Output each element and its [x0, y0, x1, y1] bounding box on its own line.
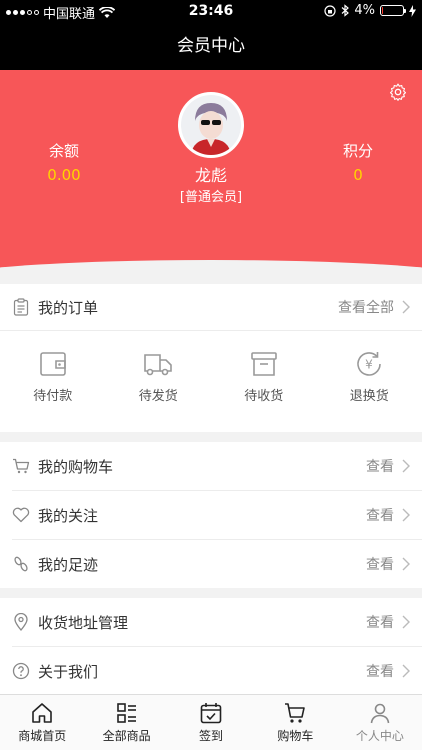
heart-icon [12, 506, 30, 524]
battery-icon [380, 5, 406, 16]
tab-label: 签到 [199, 729, 224, 743]
orders-title: 我的订单 [38, 298, 99, 317]
tab-label: 购物车 [277, 729, 314, 743]
avatar[interactable] [178, 92, 244, 158]
page-title: 会员中心 [177, 36, 245, 56]
box-icon [250, 352, 277, 376]
list-item-action: 查看 [366, 459, 394, 475]
cart-icon [285, 703, 306, 723]
list-item-action: 查看 [366, 557, 394, 573]
chevron-right-icon [402, 300, 410, 314]
order-label: 待发货 [138, 389, 178, 404]
location-icon [12, 613, 30, 631]
list-item-label: 我的足迹 [38, 555, 99, 574]
list-item-action: 查看 [366, 664, 394, 680]
tab-checkin[interactable]: 签到 [169, 695, 253, 750]
tab-cart[interactable]: 购物车 [253, 695, 337, 750]
list-item-action: 查看 [366, 615, 394, 631]
list-item-label: 我的购物车 [38, 457, 114, 476]
header-curve [0, 260, 422, 275]
list-item-footprint[interactable]: 我的足迹 查看 [0, 540, 422, 588]
home-icon [32, 703, 53, 723]
member-level: [普通会员] [179, 190, 243, 205]
tab-label: 个人中心 [355, 729, 404, 743]
points-value: 0 [353, 166, 363, 184]
rotation-lock-icon [324, 4, 336, 17]
member-header: 余额 0.00 龙彪 [普通会员] 积分 0 [0, 70, 422, 275]
clipboard-icon [12, 298, 30, 316]
tab-all-products[interactable]: 全部商品 [84, 695, 168, 750]
chevron-right-icon [402, 664, 410, 678]
charging-icon [409, 4, 416, 17]
battery-percent: 4% [354, 3, 375, 18]
list-item-label: 关于我们 [38, 662, 99, 681]
tab-label: 全部商品 [102, 729, 151, 743]
list-item-action: 查看 [366, 508, 394, 524]
order-pending-shipment[interactable]: 待发货 [106, 341, 212, 404]
status-bar: 中国联通 23:46 4% [0, 0, 422, 22]
settings-icon[interactable] [388, 82, 408, 102]
tab-home[interactable]: 商城首页 [0, 695, 84, 750]
chevron-right-icon [402, 459, 410, 473]
info-list-section: 收货地址管理 查看 关于我们 查看 [0, 598, 422, 694]
tab-label: 商城首页 [18, 729, 67, 743]
svg-text:¥: ¥ [365, 358, 373, 372]
orders-section: 我的订单 查看全部 待付款 待发货 待收货 ¥ 退换货 [0, 284, 422, 432]
order-label: 待收货 [244, 389, 284, 404]
chevron-right-icon [402, 508, 410, 522]
balance-label: 余额 [48, 142, 79, 160]
list-item-about[interactable]: 关于我们 查看 [0, 647, 422, 695]
nav-bar: 会员中心 [0, 22, 422, 70]
question-icon [12, 662, 30, 680]
tab-bar: 商城首页 全部商品 签到 购物车 个人中心 [0, 694, 422, 750]
chevron-right-icon [402, 615, 410, 629]
order-returns[interactable]: ¥ 退换货 [317, 341, 422, 404]
points-label: 积分 [342, 142, 373, 160]
list-icon [116, 703, 136, 723]
list-item-cart[interactable]: 我的购物车 查看 [0, 442, 422, 490]
list-item-label: 收货地址管理 [38, 613, 129, 632]
refund-icon: ¥ [357, 352, 382, 376]
calendar-icon [200, 703, 222, 724]
view-all-orders[interactable]: 查看全部 [338, 297, 394, 317]
order-label: 退换货 [349, 389, 389, 404]
orders-header[interactable]: 我的订单 查看全部 [0, 284, 422, 330]
user-icon [370, 703, 390, 724]
order-label: 待付款 [33, 389, 73, 404]
list-item-follow[interactable]: 我的关注 查看 [0, 491, 422, 539]
chevron-right-icon [402, 557, 410, 571]
tab-profile[interactable]: 个人中心 [338, 695, 422, 750]
list-item-address[interactable]: 收货地址管理 查看 [0, 598, 422, 646]
user-list-section: 我的购物车 查看 我的关注 查看 我的足迹 查看 [0, 442, 422, 588]
order-pending-payment[interactable]: 待付款 [0, 341, 106, 404]
footprint-icon [12, 555, 30, 573]
truck-icon [144, 354, 173, 376]
avatar-image [181, 95, 241, 155]
wallet-icon [39, 352, 66, 376]
list-item-label: 我的关注 [38, 506, 99, 525]
points-stat[interactable]: 积分 0 [318, 140, 398, 184]
bluetooth-icon [341, 4, 350, 17]
order-pending-receipt[interactable]: 待收货 [211, 341, 317, 404]
cart-icon [12, 457, 30, 475]
